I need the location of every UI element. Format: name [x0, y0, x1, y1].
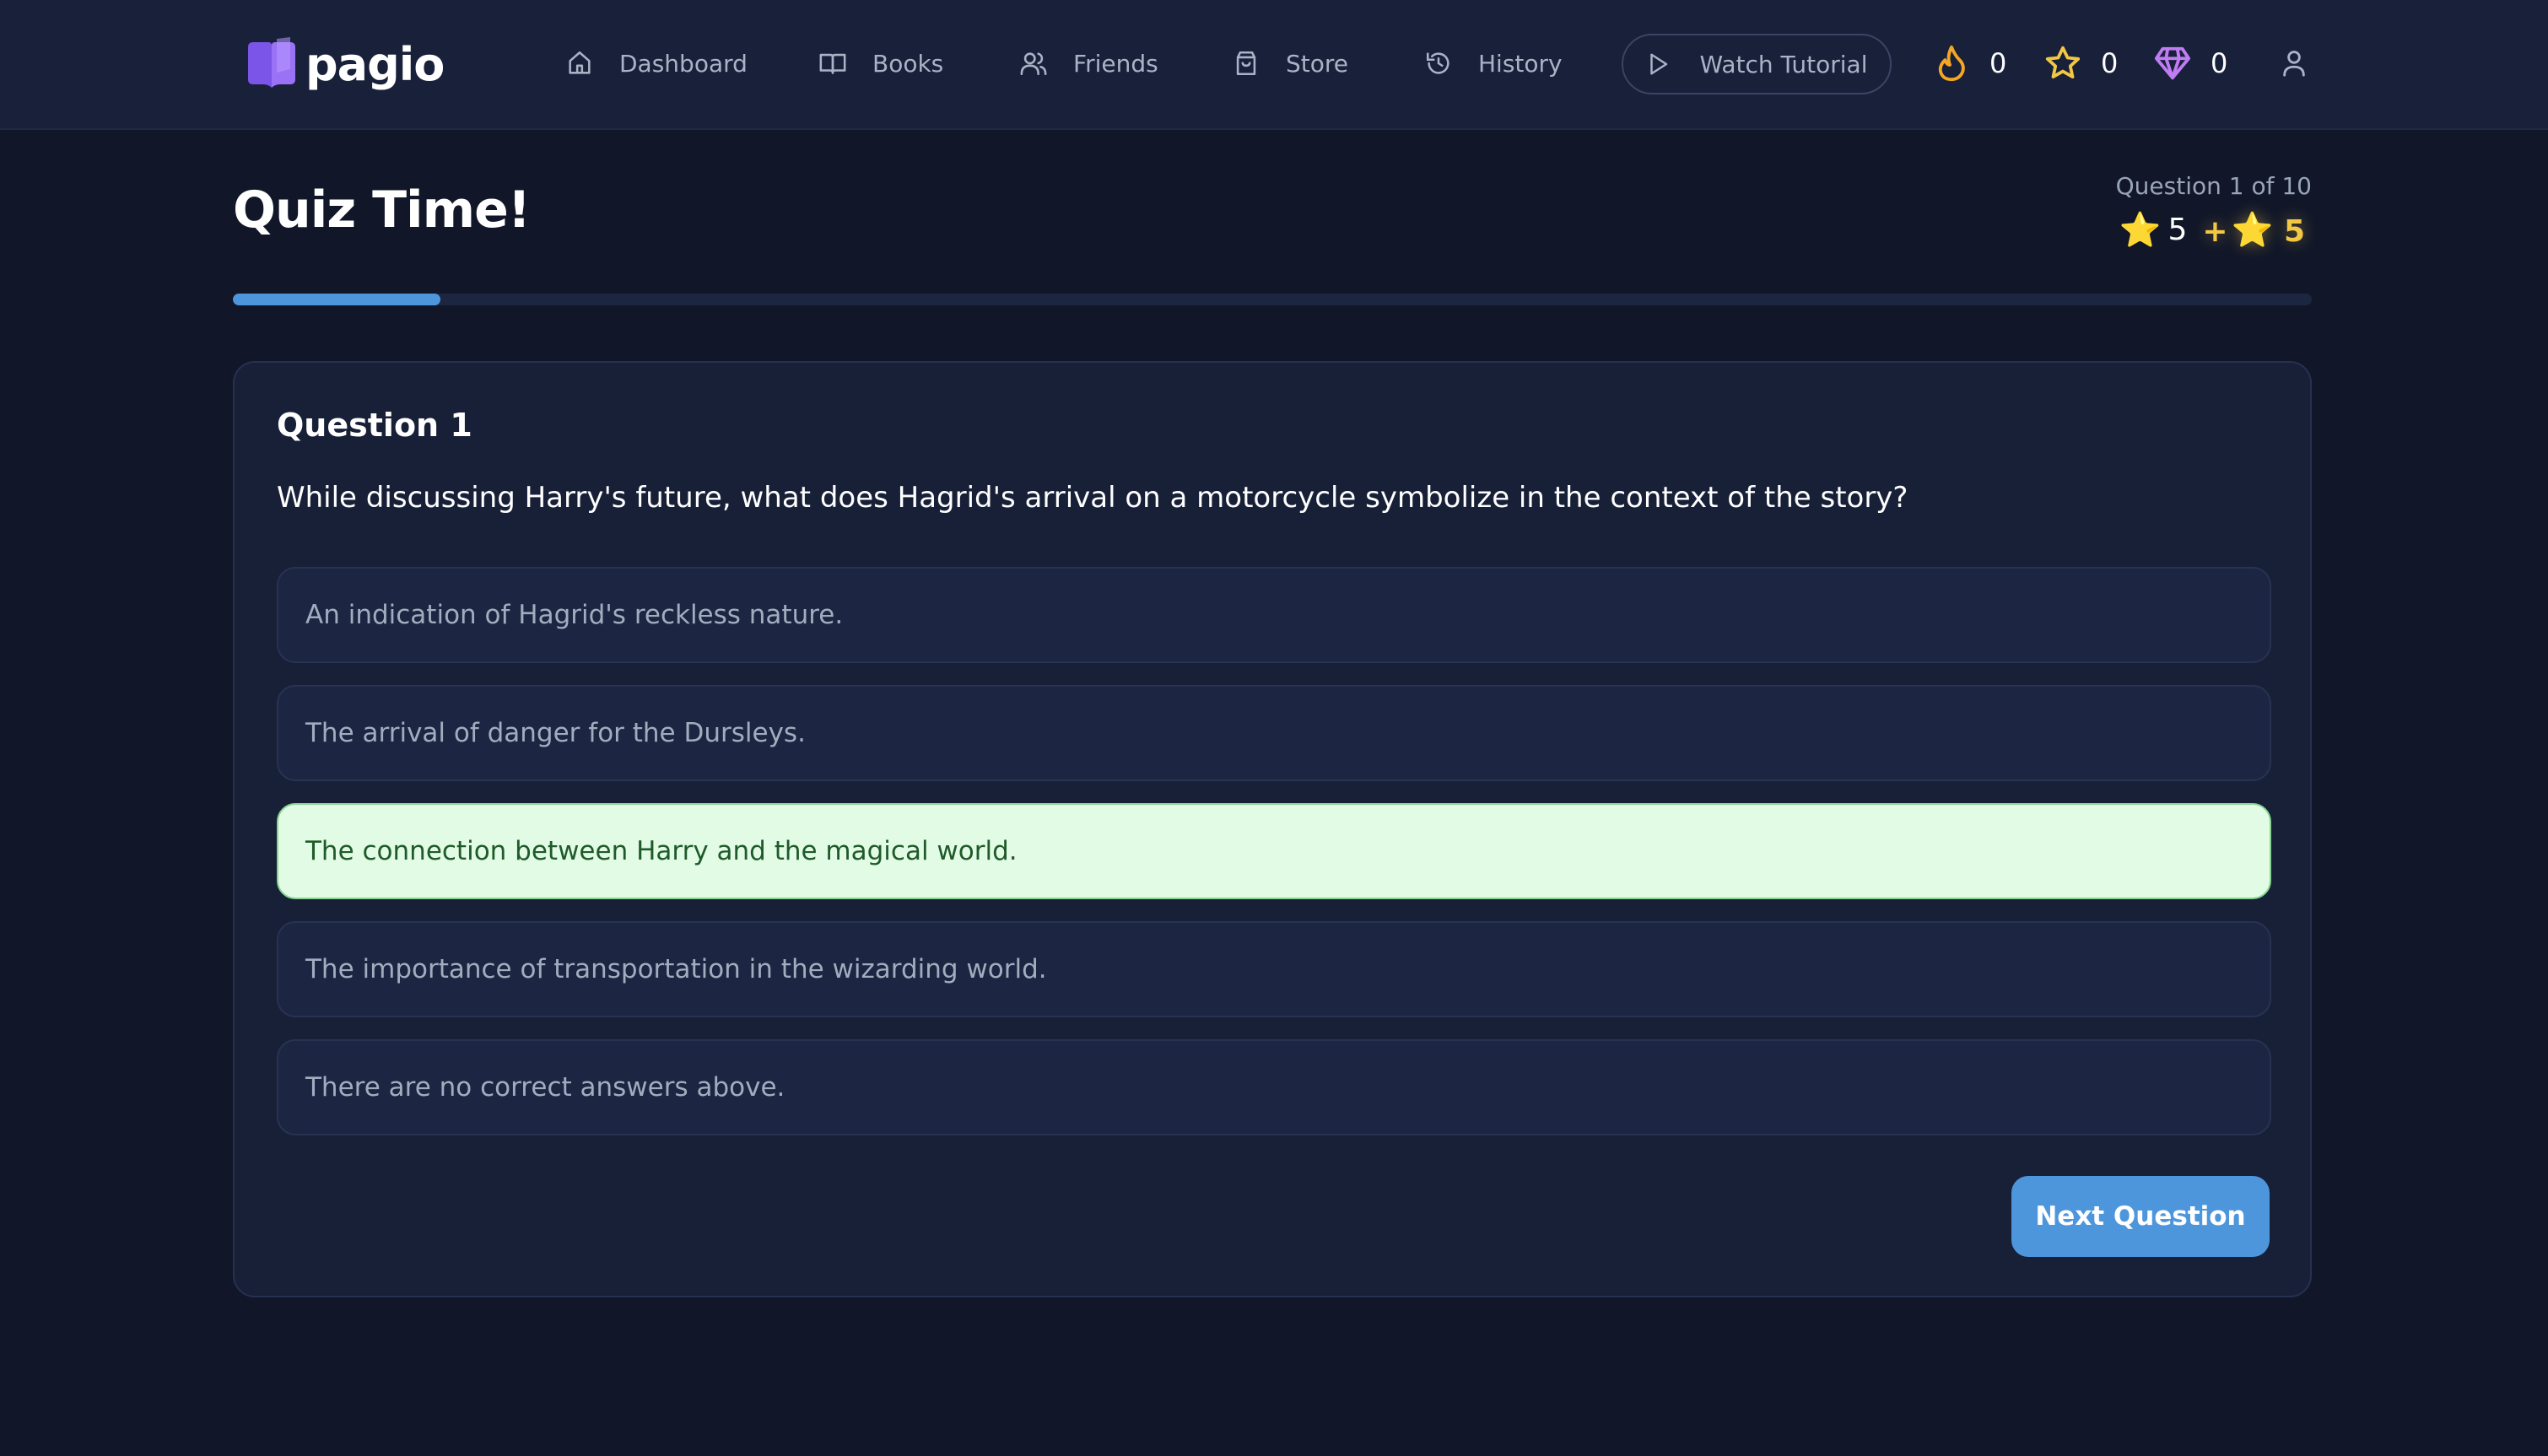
top-navbar: pagio Dashboard Books Friends Store Hist… — [0, 0, 2548, 130]
answer-option-label: The arrival of danger for the Dursleys. — [305, 718, 806, 748]
book-open-icon — [819, 53, 846, 74]
nav-friends[interactable]: Friends — [1019, 42, 1158, 84]
star-icon: ⭐ — [2119, 210, 2162, 250]
score-base-value: 5 — [2167, 212, 2188, 247]
answer-option-4[interactable]: The importance of transportation in the … — [277, 921, 2271, 1017]
question-progress-label: Question 1 of 10 — [2115, 172, 2312, 200]
nav-dashboard[interactable]: Dashboard — [565, 42, 748, 84]
stars-value: 0 — [2101, 47, 2119, 79]
watch-tutorial-button[interactable]: Watch Tutorial — [1622, 34, 1892, 94]
user-profile-icon[interactable] — [2281, 49, 2307, 78]
nav-history-label: History — [1478, 49, 1563, 78]
history-icon — [1426, 52, 1449, 74]
watch-tutorial-label: Watch Tutorial — [1699, 50, 1868, 78]
quiz-progress-bar — [233, 294, 2312, 305]
nav-dashboard-label: Dashboard — [619, 49, 748, 78]
nav-store-label: Store — [1286, 49, 1349, 78]
play-icon — [1650, 53, 1668, 75]
users-icon — [1020, 52, 1047, 76]
streak-value: 0 — [1989, 47, 2007, 79]
book-logo-icon — [248, 37, 295, 88]
shopping-bag-icon — [1236, 51, 1256, 76]
flame-icon — [1938, 45, 1965, 82]
next-question-button[interactable]: Next Question — [2011, 1176, 2270, 1257]
plus-sign: + — [2202, 213, 2228, 249]
gem-icon — [2154, 46, 2191, 80]
page-title: Quiz Time! — [233, 181, 531, 240]
answer-option-label: The connection between Harry and the mag… — [305, 836, 1018, 866]
stars-counter[interactable]: 0 — [2043, 40, 2118, 86]
answer-option-label: An indication of Hagrid's reckless natur… — [305, 600, 844, 630]
home-icon — [569, 51, 591, 74]
answer-option-3[interactable]: The connection between Harry and the mag… — [277, 803, 2271, 899]
nav-store[interactable]: Store — [1232, 42, 1348, 84]
answer-option-2[interactable]: The arrival of danger for the Dursleys. — [277, 685, 2271, 781]
answer-option-1[interactable]: An indication of Hagrid's reckless natur… — [277, 567, 2271, 663]
nav-books[interactable]: Books — [818, 42, 943, 84]
streak-counter[interactable]: 0 — [1932, 40, 2006, 86]
gems-counter[interactable]: 0 — [2153, 40, 2227, 86]
nav-books-label: Books — [872, 49, 944, 78]
gems-value: 0 — [2211, 47, 2228, 79]
score-display: ⭐ 5 + ⭐ 5 — [2119, 206, 2305, 253]
nav-friends-label: Friends — [1073, 49, 1158, 78]
brand-name: pagio — [305, 37, 445, 91]
score-gain-badge: + ⭐ 5 — [2202, 210, 2305, 250]
question-card: Question 1 While discussing Harry's futu… — [233, 361, 2312, 1297]
score-gain-value: 5 — [2283, 213, 2305, 249]
nav-history[interactable]: History — [1424, 42, 1563, 84]
quiz-progress-fill — [233, 294, 441, 305]
question-text: While discussing Harry's future, what do… — [277, 481, 1908, 515]
answer-option-5[interactable]: There are no correct answers above. — [277, 1039, 2271, 1135]
star-outline-icon — [2045, 46, 2081, 79]
question-heading: Question 1 — [277, 407, 472, 444]
answer-option-label: There are no correct answers above. — [305, 1072, 785, 1103]
brand-logo[interactable]: pagio — [243, 34, 445, 94]
answer-option-label: The importance of transportation in the … — [305, 954, 1047, 984]
star-icon: ⭐ — [2231, 210, 2274, 250]
